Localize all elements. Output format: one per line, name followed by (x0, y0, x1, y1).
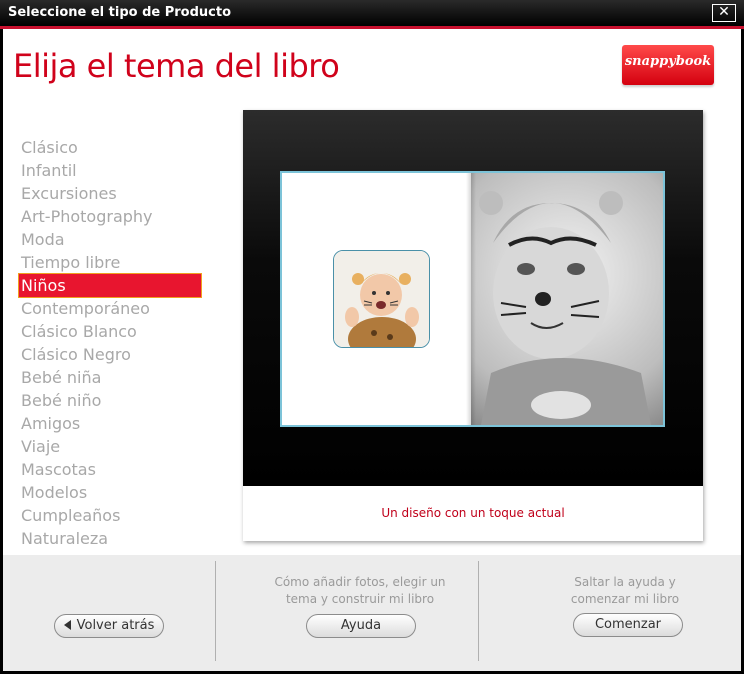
theme-item[interactable]: Moda (19, 228, 201, 251)
help-text-line2: tema y construir mi libro (285, 592, 435, 606)
theme-item[interactable]: Niños (18, 273, 202, 298)
theme-item[interactable]: Mascotas (19, 458, 201, 481)
snappybook-logo: snappybook (622, 45, 714, 85)
back-button-label: Volver atrás (76, 618, 155, 633)
footer-bar: Volver atrás Cómo añadir fotos, elegir u… (3, 555, 741, 671)
theme-item[interactable]: Clásico (19, 136, 201, 159)
book-right-page (471, 173, 663, 425)
title-bar: Seleccione el tipo de Producto ✕ (0, 0, 744, 26)
theme-item[interactable]: Clásico Negro (19, 343, 201, 366)
book-preview (280, 171, 665, 427)
footer-divider (215, 561, 216, 661)
theme-caption: Un diseño con un toque actual (381, 506, 565, 520)
theme-item[interactable]: Excursiones (19, 182, 201, 205)
child-photo-image (334, 251, 429, 347)
window-title: Seleccione el tipo de Producto (8, 5, 232, 20)
theme-item[interactable]: Viaje (19, 435, 201, 458)
help-text-line1: Cómo añadir fotos, elegir un (274, 575, 446, 589)
theme-item[interactable]: Bebé niño (19, 389, 201, 412)
theme-item[interactable]: Modelos (19, 481, 201, 504)
skip-text-line1: Saltar la ayuda y (574, 575, 676, 589)
theme-item[interactable]: Cumpleaños (19, 504, 201, 527)
footer-divider (478, 561, 479, 661)
theme-item[interactable]: Amigos (19, 412, 201, 435)
close-icon[interactable]: ✕ (712, 4, 736, 22)
skip-text-line2: comenzar mi libro (570, 592, 680, 606)
help-button[interactable]: Ayuda (306, 614, 416, 638)
theme-item[interactable]: Clásico Blanco (19, 320, 201, 343)
start-button[interactable]: Comenzar (573, 613, 683, 637)
theme-item[interactable]: Tiempo libre (19, 251, 201, 274)
theme-preview: Un diseño con un toque actual (243, 110, 703, 541)
back-button[interactable]: Volver atrás (54, 614, 164, 638)
book-left-page (282, 173, 471, 425)
theme-item[interactable]: Contemporáneo (19, 297, 201, 320)
framed-photo (333, 250, 430, 348)
child-bw-photo-image (479, 191, 651, 425)
arrow-left-icon (63, 620, 71, 630)
book-spine (466, 173, 476, 425)
skip-description: Saltar la ayuda y comenzar mi libro (525, 574, 725, 608)
theme-item[interactable]: Bebé niña (19, 366, 201, 389)
theme-item[interactable]: Naturaleza (19, 527, 201, 550)
theme-list: Clásico Infantil Excursiones Art-Photograph… (18, 136, 202, 550)
theme-item[interactable]: Infantil (19, 159, 201, 182)
main-panel: Elija el tema del libro snappybook Clási… (3, 29, 741, 671)
theme-item[interactable]: Art-Photography (19, 205, 201, 228)
help-description: Cómo añadir fotos, elegir un tema y cons… (260, 574, 460, 608)
preview-stage (243, 110, 703, 486)
page-title: Elija el tema del libro (13, 47, 340, 85)
